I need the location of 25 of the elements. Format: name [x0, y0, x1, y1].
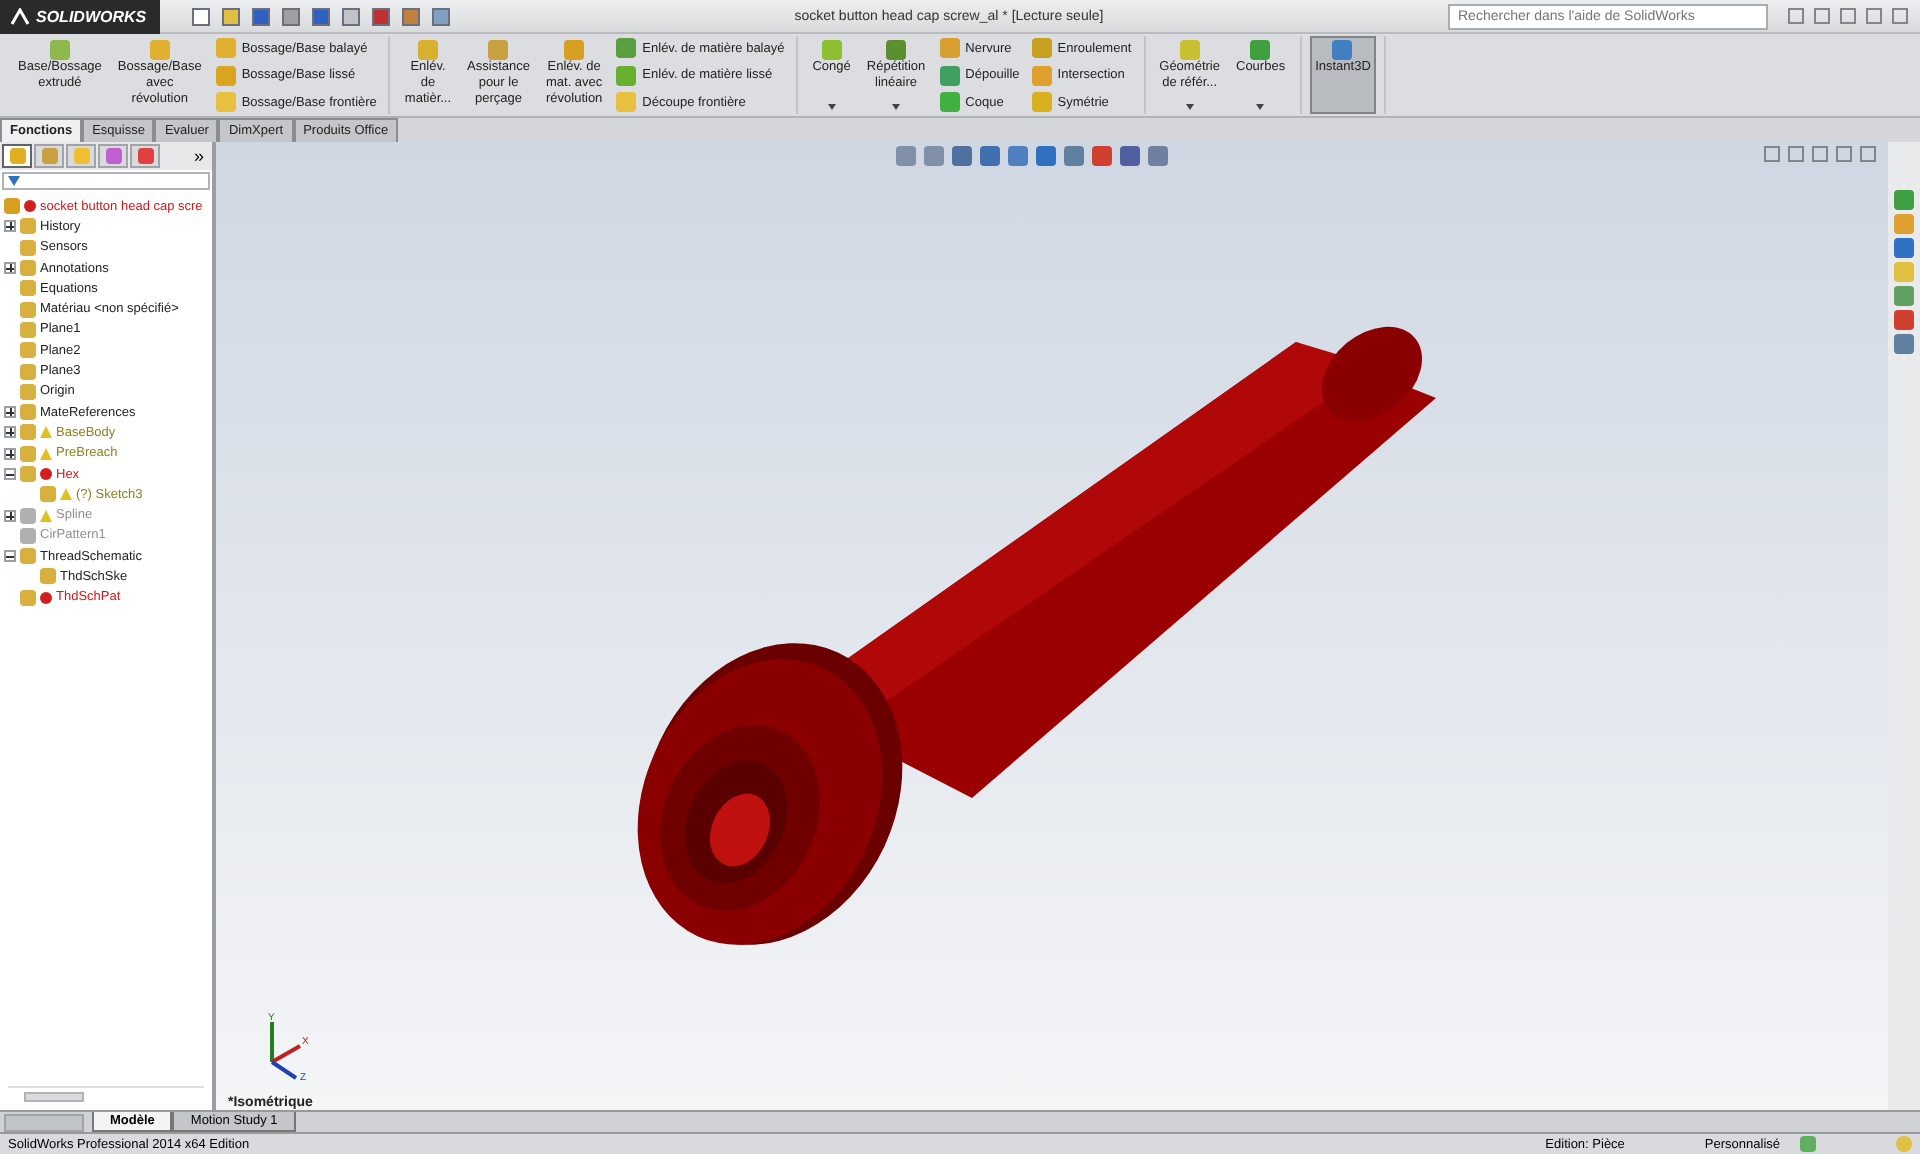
panel-tab[interactable] [130, 144, 160, 168]
help-icon[interactable] [1800, 1136, 1816, 1152]
restore-icon[interactable] [1866, 8, 1882, 24]
collapse-icon[interactable] [4, 468, 16, 480]
help-icon[interactable] [1788, 8, 1804, 24]
logo-text: SOLIDWORKS [36, 7, 147, 25]
maximize-icon[interactable] [1840, 8, 1856, 24]
part-icon [4, 198, 20, 215]
expand-icon[interactable] [4, 447, 16, 460]
expand-icon[interactable] [4, 406, 16, 419]
logo-mark-icon [10, 7, 30, 25]
minimize-icon[interactable] [1814, 8, 1830, 24]
scroll-bar[interactable] [8, 1086, 204, 1106]
expand-icon[interactable] [4, 426, 16, 439]
expand-icon[interactable] [4, 509, 16, 522]
filter-field[interactable] [2, 172, 210, 190]
collapse-icon[interactable] [4, 550, 16, 563]
panel-tab[interactable] [2, 144, 32, 168]
filter-icon [8, 176, 20, 186]
expand-icon[interactable] [4, 262, 16, 275]
tab-navigation-icon[interactable] [4, 1114, 84, 1132]
more-tabs-button[interactable]: » [193, 146, 204, 166]
panel-tab[interactable] [98, 144, 128, 168]
expand-icon[interactable] [4, 220, 16, 233]
close-icon[interactable] [1892, 8, 1908, 24]
